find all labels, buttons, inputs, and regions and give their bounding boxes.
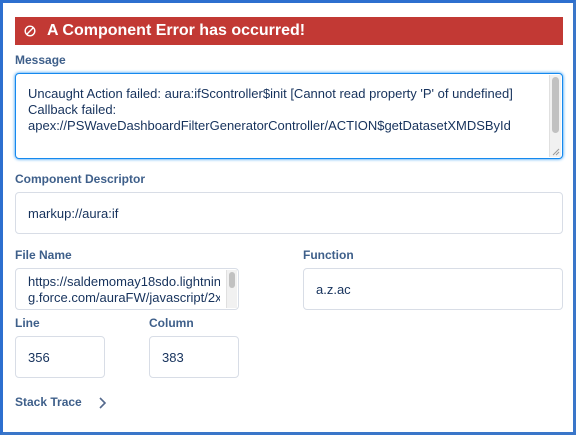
message-line-2: Callback failed: <box>28 102 117 117</box>
stack-trace-label[interactable]: Stack Trace <box>15 395 82 409</box>
column-label: Column <box>149 316 194 330</box>
message-textarea[interactable]: Uncaught Action failed: aura:ifScontroll… <box>15 73 563 159</box>
message-scrollbar[interactable] <box>549 75 561 157</box>
descriptor-label: Component Descriptor <box>15 172 146 186</box>
error-dialog: A Component Error has occurred! Message … <box>3 3 573 432</box>
descriptor-field[interactable]: markup://aura:if <box>15 192 563 234</box>
resize-handle-icon[interactable] <box>552 148 560 156</box>
message-scrollbar-thumb[interactable] <box>552 77 559 133</box>
file-name-scrollbar-thumb[interactable] <box>229 272 235 288</box>
line-label: Line <box>15 316 40 330</box>
column-field[interactable]: 383 <box>149 336 239 378</box>
message-line-1: Uncaught Action failed: aura:ifScontroll… <box>28 86 513 101</box>
function-field[interactable]: a.z.ac <box>303 268 563 310</box>
function-value: a.z.ac <box>316 282 351 297</box>
file-name-label: File Name <box>15 248 72 262</box>
chevron-right-icon[interactable] <box>97 396 107 410</box>
file-name-line-1: https://saldemomay18sdo.lightnin <box>28 274 220 289</box>
file-name-field[interactable]: https://saldemomay18sdo.lightnin g.force… <box>15 268 239 310</box>
message-label: Message <box>15 53 66 67</box>
message-line-3: apex://PSWaveDashboardFilterGeneratorCon… <box>28 118 511 133</box>
line-field[interactable]: 356 <box>15 336 105 378</box>
file-name-scrollbar[interactable] <box>226 270 237 308</box>
file-name-line-2: g.force.com/auraFW/javascript/2x <box>28 290 220 305</box>
descriptor-value: markup://aura:if <box>28 206 119 221</box>
error-circle-slash-icon <box>23 24 37 38</box>
error-banner-title: A Component Error has occurred! <box>47 22 306 39</box>
error-banner: A Component Error has occurred! <box>15 17 563 45</box>
function-label: Function <box>303 248 354 262</box>
column-value: 383 <box>162 350 184 365</box>
line-value: 356 <box>28 350 50 365</box>
